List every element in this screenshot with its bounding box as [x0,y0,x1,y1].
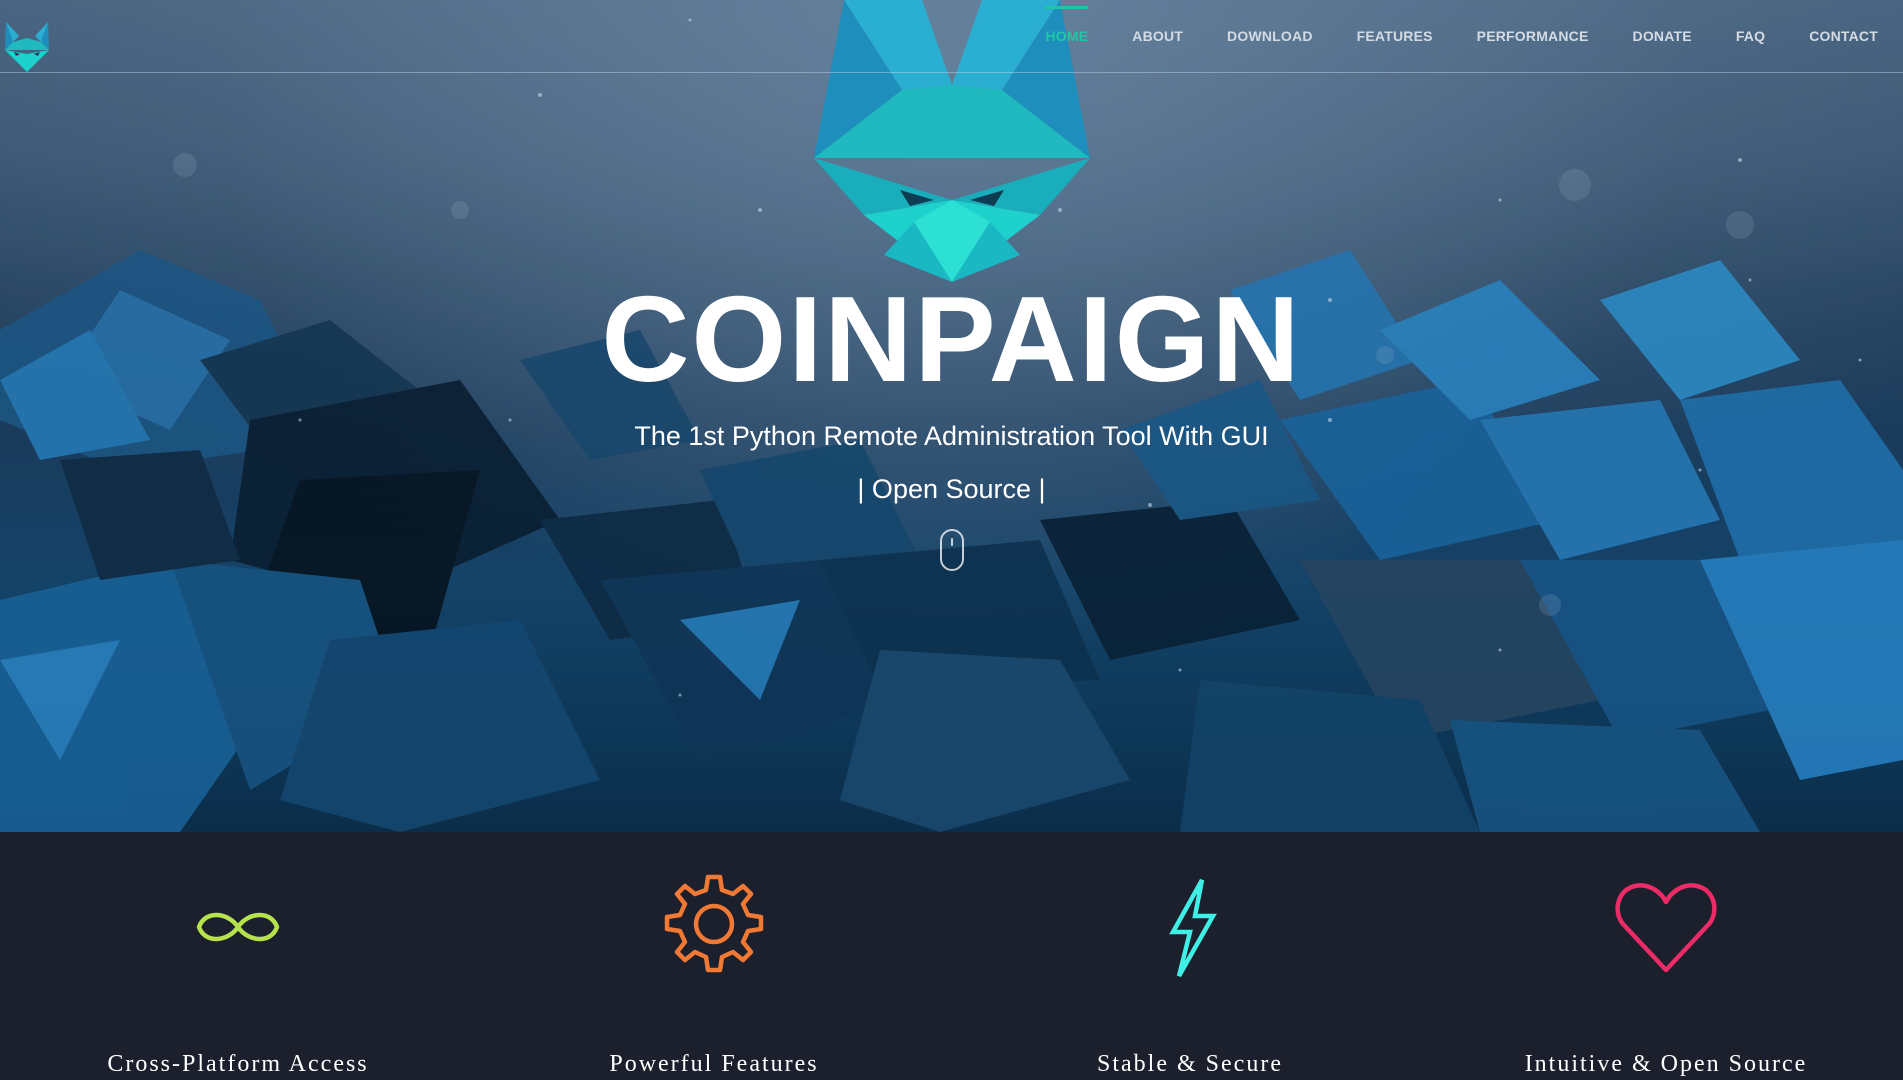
nav-performance[interactable]: PERFORMANCE [1455,0,1611,72]
hero-section: COINPAIGN The 1st Python Remote Administ… [0,0,1903,832]
lightning-icon [1135,872,1245,982]
fox-logo-icon[interactable] [4,20,50,72]
feature-label: Intuitive & Open Source [1524,1051,1808,1077]
hero-title: COINPAIGN [601,271,1302,407]
nav-about[interactable]: ABOUT [1110,0,1205,72]
gear-icon [659,872,769,982]
top-navbar: HOME ABOUT DOWNLOAD FEATURES PERFORMANCE… [0,0,1903,73]
nav-features[interactable]: FEATURES [1335,0,1455,72]
feature-label: Cross-Platform Access [107,1051,369,1077]
feature-open-source: Intuitive & Open Source [1428,832,1903,1080]
features-section: Cross-Platform Access Powerful Features … [0,832,1903,1080]
feature-label: Stable & Secure [1097,1051,1283,1077]
nav-download[interactable]: DOWNLOAD [1205,0,1335,72]
hero-tagline: | Open Source | [857,474,1046,504]
nav-donate[interactable]: DONATE [1611,0,1714,72]
nav-faq[interactable]: FAQ [1714,0,1787,72]
infinity-icon [183,872,293,982]
feature-cross-platform: Cross-Platform Access [0,832,476,1080]
hero-subtitle: The 1st Python Remote Administration Too… [634,421,1269,451]
main-nav: HOME ABOUT DOWNLOAD FEATURES PERFORMANCE… [1023,0,1878,72]
feature-label: Powerful Features [609,1051,819,1077]
feature-powerful: Powerful Features [476,832,952,1080]
nav-contact[interactable]: CONTACT [1787,0,1878,72]
nav-home[interactable]: HOME [1023,0,1110,72]
feature-stable: Stable & Secure [952,832,1428,1080]
heart-icon [1611,872,1721,982]
mouse-scroll-icon[interactable] [940,529,964,571]
